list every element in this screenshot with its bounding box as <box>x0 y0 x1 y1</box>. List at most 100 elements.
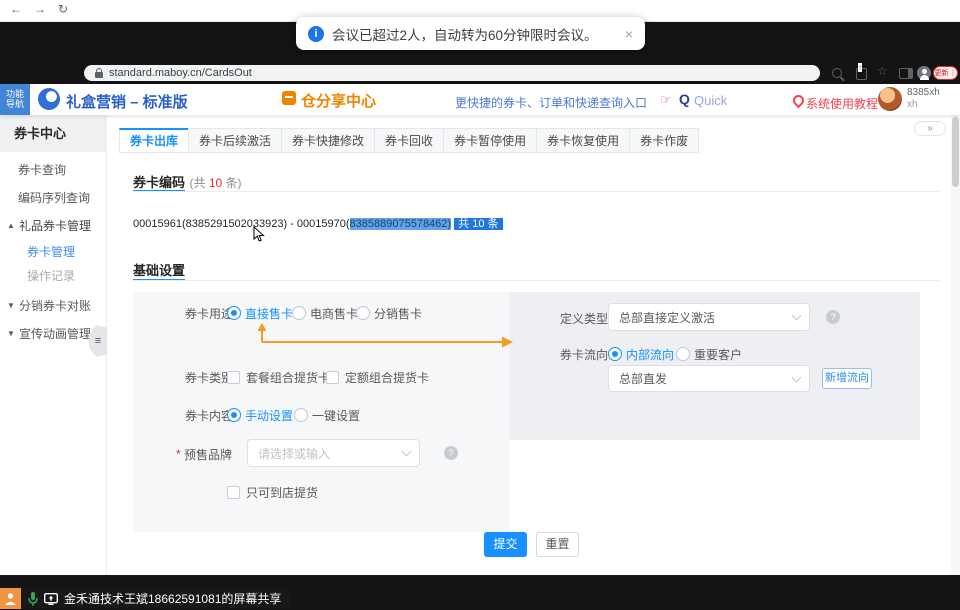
tab-void[interactable]: 券卡作废 <box>629 128 699 153</box>
add-flow-button[interactable]: 新增流向 <box>822 368 872 389</box>
back-icon[interactable]: ← <box>10 0 22 18</box>
tab-recycle[interactable]: 券卡回收 <box>374 128 444 153</box>
screen-share-icon <box>44 593 58 605</box>
quick-search-icon[interactable]: Q <box>679 91 690 107</box>
info-icon: i <box>308 26 324 42</box>
user-avatar[interactable] <box>878 87 902 111</box>
radio-manual-setting[interactable] <box>227 408 241 422</box>
app-logo-icon <box>38 88 60 110</box>
tab-quick-modify[interactable]: 券卡快捷修改 <box>281 128 375 153</box>
sidebar-title: 券卡中心 <box>0 115 107 152</box>
quick-label[interactable]: Quick <box>694 93 727 108</box>
mouse-cursor <box>253 226 265 242</box>
sidebar-item-card-query[interactable]: 券卡查询 <box>18 160 66 180</box>
codes-count: 10 <box>209 176 222 190</box>
toast-message: 会议已超过2人，自动转为60分钟限时会议。 <box>332 24 598 44</box>
brand-help-icon[interactable]: ? <box>444 446 458 460</box>
share-center-link[interactable]: 仓分享中心 <box>301 90 376 111</box>
caret-down-icon: ▼ <box>7 324 15 344</box>
define-type-help-icon[interactable]: ? <box>826 310 840 324</box>
flow-label: 券卡流向 <box>560 347 608 363</box>
bookmark-star-icon[interactable]: ☆ <box>877 64 888 78</box>
define-type-select[interactable]: 总部直接定义激活 <box>608 303 810 331</box>
radio-onekey-setting[interactable] <box>294 408 308 422</box>
flow-value: 总部直发 <box>619 370 667 387</box>
store-only-label[interactable]: 只可到店提货 <box>246 485 318 501</box>
browser-update-button[interactable]: 更新 ⋮ <box>933 66 958 80</box>
share-icon[interactable] <box>856 68 867 80</box>
caret-down-icon: ▼ <box>7 296 15 316</box>
checkbox-fixed-combo[interactable] <box>326 371 339 384</box>
toast-close-icon[interactable]: × <box>625 26 633 42</box>
codes-section-header: 券卡编码 (共 10 条) <box>133 172 242 192</box>
scrollbar-thumb[interactable] <box>952 117 959 187</box>
usage-label: 券卡用途 <box>185 306 233 322</box>
flow-option-internal[interactable]: 内部流向 <box>626 347 674 363</box>
app-title: 礼盒营销 – 标准版 <box>66 91 188 112</box>
content-label: 券卡内容 <box>185 408 233 424</box>
chevron-down-icon <box>792 372 802 382</box>
usage-option-direct[interactable]: 直接售卡 <box>245 306 293 322</box>
usage-option-ecommerce[interactable]: 电商售卡 <box>310 306 358 322</box>
section-divider <box>133 191 939 192</box>
category-option-fixed[interactable]: 定额组合提货卡 <box>345 370 429 386</box>
forward-icon[interactable]: → <box>34 0 46 18</box>
quick-entry-text[interactable]: 更快捷的券卡、订单和快递查询入口 <box>455 94 647 111</box>
url-text[interactable]: standard.maboy.cn/CardsOut <box>109 66 252 80</box>
category-option-package[interactable]: 套餐组合提货卡 <box>246 370 330 386</box>
sidebar-item-code-sequence-query[interactable]: 编码序列查询 <box>18 188 90 208</box>
tab-card-out[interactable]: 券卡出库 <box>119 128 189 153</box>
tab-follow-activate[interactable]: 券卡后续激活 <box>188 128 282 153</box>
category-label: 券卡类别 <box>185 370 233 386</box>
define-type-label: 定义类型 <box>560 311 608 327</box>
brand-select[interactable]: 请选择或输入 <box>247 439 420 467</box>
sidebar-group-gift-card-mgmt[interactable]: 礼品券卡管理 <box>19 216 91 236</box>
share-status-text: 金禾通技术王斌18662591081的屏幕共享 <box>64 590 281 607</box>
content-option-manual[interactable]: 手动设置 <box>245 408 293 424</box>
radio-distribution-sale[interactable] <box>356 306 370 320</box>
lock-icon[interactable] <box>95 68 103 78</box>
radio-ecommerce-sale[interactable] <box>292 306 306 320</box>
radio-direct-sale[interactable] <box>227 306 241 320</box>
hand-point-icon: ☞ <box>660 92 672 108</box>
update-label: 更新 <box>935 68 949 78</box>
presenter-icon <box>0 588 21 609</box>
radio-internal-flow[interactable] <box>608 347 622 361</box>
section-divider <box>133 280 939 281</box>
share-center-icon <box>282 91 296 105</box>
tab-restore[interactable]: 券卡恢复使用 <box>536 128 630 153</box>
flow-option-important[interactable]: 重要客户 <box>694 347 742 363</box>
collapse-right-button[interactable]: » <box>914 121 946 136</box>
user-name: 8385xh <box>907 87 940 99</box>
flow-select[interactable]: 总部直发 <box>608 365 810 392</box>
microphone-icon <box>28 592 38 606</box>
usage-option-distribution[interactable]: 分销售卡 <box>374 306 422 322</box>
tutorial-link[interactable]: 系统使用教程 <box>806 95 878 112</box>
sidebar-item-card-mgmt-active[interactable]: 券卡管理 <box>27 242 75 262</box>
basic-settings-title: 基础设置 <box>133 260 185 279</box>
content-option-onekey[interactable]: 一键设置 <box>312 408 360 424</box>
sidebar-group-promo-animation[interactable]: 宣传动画管理 <box>19 324 91 344</box>
tab-suspend[interactable]: 券卡暂停使用 <box>443 128 537 153</box>
chevron-down-icon <box>402 447 412 457</box>
checkbox-package-combo[interactable] <box>227 371 240 384</box>
required-asterisk: * <box>176 447 181 461</box>
function-nav-toggle[interactable]: 功能 导航 <box>0 84 30 115</box>
checkbox-store-pickup-only[interactable] <box>227 486 240 499</box>
radio-important-customer[interactable] <box>676 347 690 361</box>
define-type-value: 总部直接定义激活 <box>619 309 715 326</box>
brand-label: 预售品牌 <box>184 447 232 463</box>
reload-icon[interactable]: ↻ <box>58 0 68 18</box>
browser-profile-avatar[interactable] <box>917 66 931 80</box>
card-action-tabs: 券卡出库 券卡后续激活 券卡快捷修改 券卡回收 券卡暂停使用 券卡恢复使用 券卡… <box>120 128 699 153</box>
reset-button[interactable]: 重置 <box>536 532 579 557</box>
side-panel-icon[interactable] <box>899 68 913 79</box>
submit-button[interactable]: 提交 <box>484 532 527 557</box>
card-code-range[interactable]: 00015961(8385291502033923) - 00015970(83… <box>133 215 503 231</box>
user-subname: xh <box>907 99 918 111</box>
sidebar-item-operation-log[interactable]: 操作记录 <box>27 266 75 286</box>
codes-title: 券卡编码 <box>133 175 185 190</box>
count-badge: 共 10 条 <box>454 218 502 230</box>
sidebar-group-distribution-reconcile[interactable]: 分销券卡对账 <box>19 296 91 316</box>
zoom-icon[interactable] <box>832 68 842 78</box>
